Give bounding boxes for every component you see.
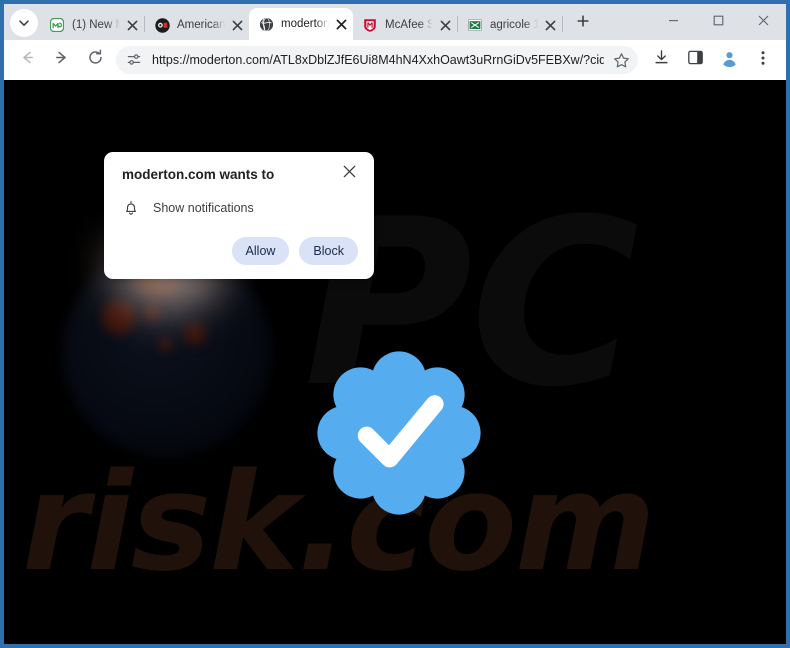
tab-title: American G [177,19,227,31]
new-tab-button[interactable] [569,9,597,37]
background-dot [102,300,136,334]
allow-button[interactable]: Allow [231,237,290,265]
globe-icon [258,16,274,32]
dialog-close-button[interactable] [340,165,358,183]
tab-close-button[interactable] [542,17,558,33]
tab-title: (1) New Me [72,19,122,31]
browser-window: (1) New Me Americ [0,0,790,648]
tab-moderton[interactable]: moderton.c [249,8,353,40]
dialog-actions: Allow Block [122,237,358,265]
tab-close-button[interactable] [333,16,349,32]
mail-green-icon [49,17,65,33]
reload-button[interactable] [80,45,110,75]
block-button[interactable]: Block [299,237,358,265]
dark-circle-red-icon [154,17,170,33]
menu-button[interactable] [748,45,778,75]
tab-title: agricole 10 [490,19,540,31]
dialog-title: moderton.com wants to [122,167,275,182]
blue-verified-checkmark-icon [314,348,484,518]
tab-agricole[interactable]: agricole 10 [458,10,562,40]
tab-close-button[interactable] [124,17,140,33]
url-text: https://moderton.com/ATL8xDblZJfE6Ui8M4h… [152,53,604,67]
close-icon [343,165,356,183]
forward-button[interactable] [46,45,76,75]
profile-avatar-icon [719,48,739,72]
tab-close-button[interactable] [437,17,453,33]
chevron-down-icon [17,16,31,30]
dialog-header: moderton.com wants to [122,165,358,183]
tab-title: moderton.c [281,18,331,30]
tab-search-button[interactable] [10,9,38,37]
profile-button[interactable] [714,45,744,75]
tabs-container: (1) New Me Americ [40,4,597,40]
bell-icon [122,199,140,217]
tab-american-g[interactable]: American G [145,10,249,40]
permission-label: Show notifications [153,201,254,215]
tab-mcafee[interactable]: McAfee Sec [353,10,457,40]
minimize-button[interactable] [651,4,696,36]
tab-close-button[interactable] [229,17,245,33]
background-dot [184,323,206,345]
tab-strip: (1) New Me Americ [4,4,786,40]
notification-permission-dialog: moderton.com wants to Show notifications… [104,152,374,279]
star-icon[interactable] [608,47,634,73]
side-panel-icon [687,49,704,71]
close-window-button[interactable] [741,4,786,36]
browser-toolbar: https://moderton.com/ATL8xDblZJfE6Ui8M4h… [4,40,786,80]
maximize-button[interactable] [696,4,741,36]
three-dot-menu-icon [755,50,771,71]
address-bar[interactable]: https://moderton.com/ATL8xDblZJfE6Ui8M4h… [116,46,638,74]
back-arrow-icon [19,49,36,71]
download-button[interactable] [646,45,676,75]
tab-divider [562,16,563,32]
spreadsheet-icon [467,17,483,33]
reload-icon [87,49,104,71]
background-dot [159,338,172,351]
plus-icon [576,14,590,33]
window-controls [651,4,786,40]
forward-arrow-icon [53,49,70,71]
back-button[interactable] [12,45,42,75]
side-panel-button[interactable] [680,45,710,75]
mcafee-shield-icon [362,17,378,33]
page-content: PC risk.com moderton.com wants to Show n… [4,80,786,644]
tab-title: McAfee Sec [385,19,435,31]
tune-icon[interactable] [122,48,146,72]
download-icon [653,49,670,71]
permission-row: Show notifications [122,199,358,217]
tab-new-me[interactable]: (1) New Me [40,10,144,40]
